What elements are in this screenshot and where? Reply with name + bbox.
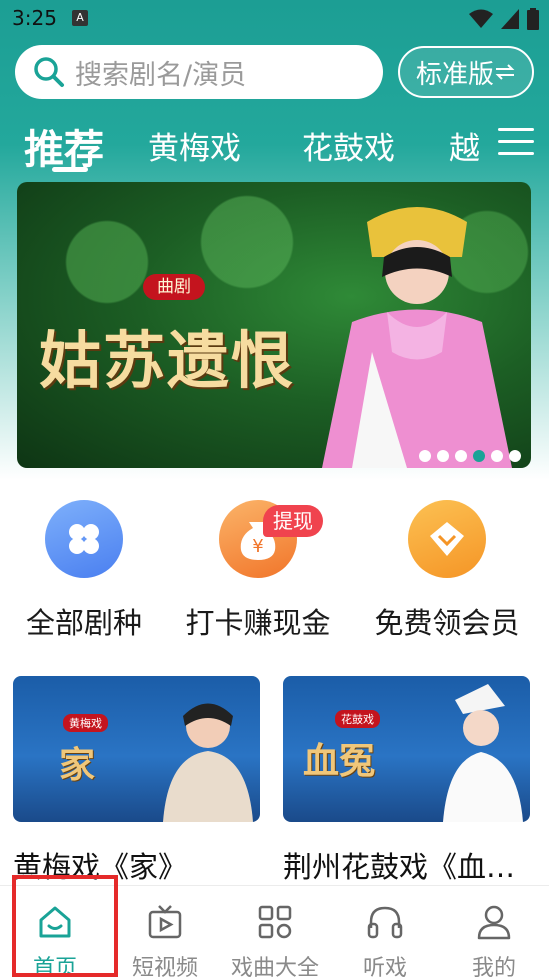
opera-card-xueyuan[interactable]: 花鼓戏 血冤 荆州花鼓戏《血… (283, 676, 530, 886)
highlight-box (12, 875, 118, 977)
nav-label: 我的 (471, 956, 516, 977)
carousel-dot[interactable] (419, 450, 431, 462)
svg-text:¥: ¥ (252, 536, 263, 557)
search-input[interactable]: 搜索剧名/演员 (15, 45, 383, 99)
quick-entry-all-genres[interactable]: 全部剧种 (0, 500, 174, 642)
carousel-dot[interactable] (437, 450, 449, 462)
category-tabs: 推荐 黄梅戏 花鼓戏 越 (0, 115, 549, 175)
tv-play-icon (148, 905, 182, 939)
carousel-dot[interactable] (455, 450, 467, 462)
active-tab-indicator (52, 167, 88, 172)
card-art-title: 家 (59, 744, 96, 786)
signal-icon (501, 9, 519, 29)
card-thumbnail: 黄梅戏 家 (13, 676, 260, 822)
edition-label: 标准版 (415, 59, 494, 90)
card-thumbnail: 花鼓戏 血冤 (283, 676, 530, 822)
carousel-dot[interactable] (491, 450, 503, 462)
card-art-title: 血冤 (303, 740, 376, 782)
carousel-dot[interactable] (509, 450, 521, 462)
notification-icon: A (72, 10, 88, 26)
opera-card-jia[interactable]: 黄梅戏 家 黄梅戏《家》 (13, 676, 260, 886)
card-genre-tag: 黄梅戏 (63, 714, 108, 732)
nav-label: 戏曲大全 (230, 956, 319, 977)
banner-title: 姑苏遗恨 (39, 324, 296, 397)
banner-badge: 曲剧 (143, 274, 205, 300)
vip-diamond-icon (408, 500, 486, 578)
nav-label: 听戏 (362, 956, 407, 977)
performer-image (322, 207, 512, 468)
nav-short-video[interactable]: 短视频 (110, 886, 220, 977)
menu-icon[interactable] (498, 128, 534, 158)
search-icon (34, 57, 64, 87)
edition-switch-button[interactable]: 标准版 (398, 46, 534, 98)
withdraw-badge: 提现 (263, 505, 323, 537)
battery-icon (527, 8, 539, 30)
card-title: 荆州花鼓戏《血… (283, 850, 516, 884)
wifi-icon (469, 9, 493, 28)
search-placeholder: 搜索剧名/演员 (75, 59, 247, 91)
quick-entry-label: 免费领会员 (374, 606, 520, 640)
performer-image (443, 684, 523, 822)
tab-huangmeixi[interactable]: 黄梅戏 (148, 123, 241, 168)
headphones-icon (367, 906, 403, 939)
quick-entry-label: 全部剧种 (25, 606, 142, 640)
quick-entry-label: 打卡赚现金 (185, 606, 331, 640)
status-icons (469, 8, 539, 30)
carousel-dots (419, 450, 521, 462)
nav-opera-library[interactable]: 戏曲大全 (220, 886, 330, 977)
tab-yueju[interactable]: 越 (449, 123, 480, 168)
status-bar: 3:25 A (0, 0, 549, 38)
card-genre-tag: 花鼓戏 (335, 710, 380, 728)
quick-entry-free-vip[interactable]: 免费领会员 (357, 500, 537, 642)
nav-listen[interactable]: 听戏 (330, 886, 440, 977)
user-icon (477, 905, 511, 940)
switch-arrows-icon (495, 64, 515, 80)
grid-icon (258, 905, 292, 939)
clover-icon (45, 500, 123, 578)
carousel-dot-active[interactable] (473, 450, 485, 462)
banner-carousel[interactable]: 曲剧 姑苏遗恨 (17, 182, 531, 468)
nav-label: 短视频 (131, 956, 198, 977)
performer-image (163, 703, 253, 822)
status-time: 3:25 (12, 6, 57, 30)
nav-mine[interactable]: 我的 (439, 886, 549, 977)
tab-huaguxi[interactable]: 花鼓戏 (302, 123, 395, 168)
